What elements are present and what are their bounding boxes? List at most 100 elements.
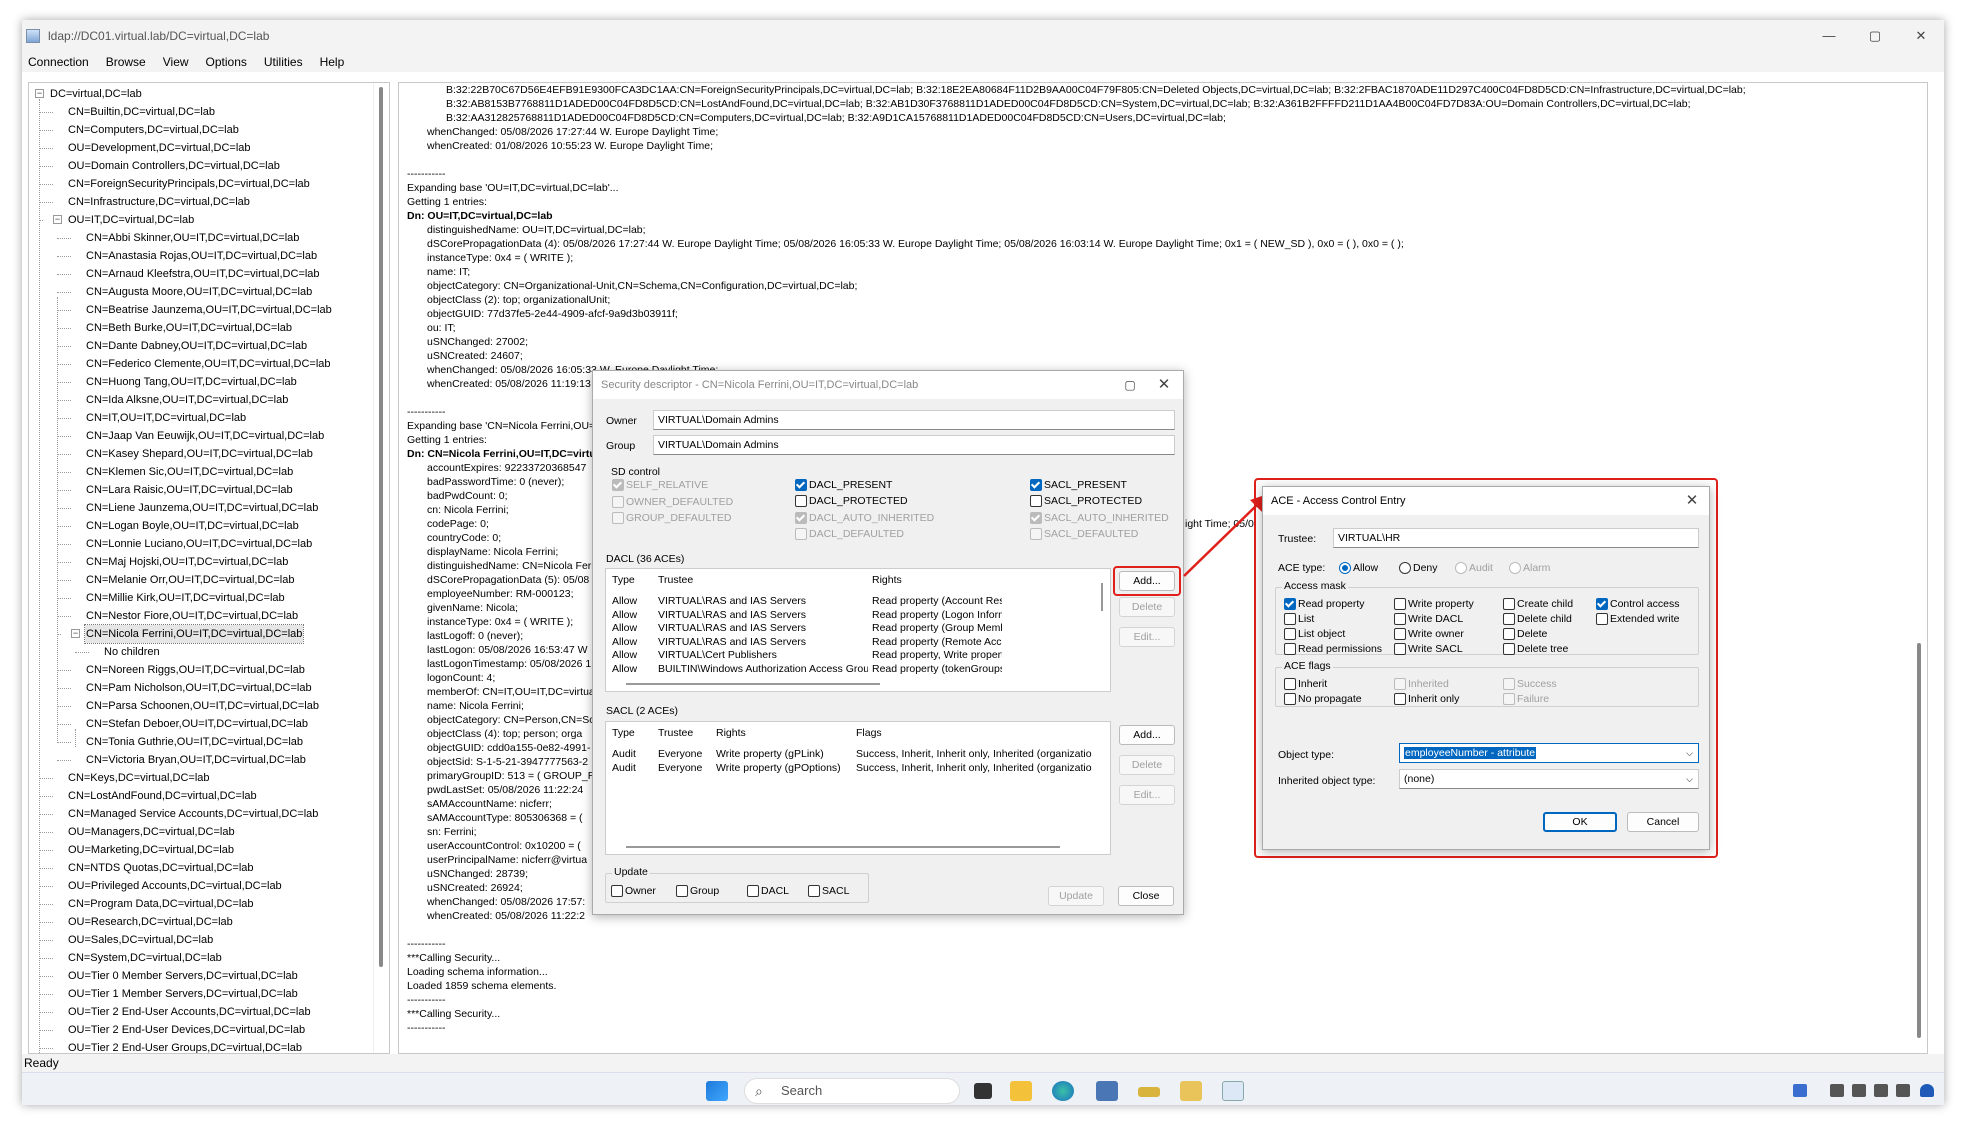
tree-item[interactable]: OU=Privileged Accounts,DC=virtual,DC=lab [29,877,375,895]
tree-item[interactable]: CN=Abbi Skinner,OU=IT,DC=virtual,DC=lab [29,229,375,247]
tree-item[interactable]: CN=Nestor Fiore,OU=IT,DC=virtual,DC=lab [29,607,375,625]
menu-view[interactable]: View [163,55,189,69]
tree-item[interactable]: − CN=Nicola Ferrini,OU=IT,DC=virtual,DC=l… [29,624,375,644]
dacl-cell[interactable]: VIRTUAL\RAS and IAS Servers [658,636,868,648]
dacl-hscroll[interactable] [626,683,880,685]
tree-item[interactable]: CN=Maj Hojski,OU=IT,DC=virtual,DC=lab [29,553,375,571]
tree-item[interactable]: CN=Keys,DC=virtual,DC=lab [29,769,375,787]
update-group-checkbox[interactable]: Group [676,885,719,897]
tree-item[interactable]: CN=Lonnie Luciano,OU=IT,DC=virtual,DC=la… [29,535,375,553]
tree-item[interactable]: − DC=virtual,DC=lab [29,85,375,103]
tree-item[interactable]: OU=Domain Controllers,DC=virtual,DC=lab [29,157,375,175]
output-scrollbar-thumb[interactable] [1917,643,1921,1038]
delete-checkbox[interactable]: Delete [1503,628,1547,640]
menu-utilities[interactable]: Utilities [264,55,303,69]
tree-item[interactable]: OU=Tier 1 Member Servers,DC=virtual,DC=l… [29,985,375,1003]
ldp-taskbar-icon[interactable] [1222,1081,1244,1101]
tree-item[interactable]: CN=Beth Burke,OU=IT,DC=virtual,DC=lab [29,319,375,337]
ace-type-alarm-radio[interactable]: Alarm [1509,562,1550,574]
tree-item[interactable]: CN=Augusta Moore,OU=IT,DC=virtual,DC=lab [29,283,375,301]
sacl-cell[interactable]: Success, Inherit, Inherit only, Inherite… [856,762,1106,774]
dacl-defaulted-checkbox[interactable]: DACL_DEFAULTED [795,528,904,540]
display-icon[interactable] [1830,1084,1844,1097]
tree-item[interactable]: CN=Ida Alksne,OU=IT,DC=virtual,DC=lab [29,391,375,409]
inherited-checkbox[interactable]: Inherited [1394,678,1449,690]
create-child-checkbox[interactable]: Create child [1503,598,1573,610]
tree-item[interactable]: CN=Huong Tang,OU=IT,DC=virtual,DC=lab [29,373,375,391]
sacl-col-trustee[interactable]: Trustee [658,727,693,739]
sacl-defaulted-checkbox[interactable]: SACL_DEFAULTED [1030,528,1138,540]
tree-item[interactable]: CN=Noreen Riggs,OU=IT,DC=virtual,DC=lab [29,661,375,679]
tree-scrollbar-thumb[interactable] [379,87,383,967]
tree-item[interactable]: OU=Tier 2 End-User Groups,DC=virtual,DC=… [29,1039,375,1053]
dacl-cell[interactable]: Read property, Write property (u [872,649,1002,661]
dacl-cell[interactable]: Allow [612,609,656,621]
dacl-auto-inherited-checkbox[interactable]: DACL_AUTO_INHERITED [795,512,934,524]
dacl-present-checkbox[interactable]: DACL_PRESENT [795,479,892,491]
update-button[interactable]: Update [1048,886,1104,906]
dacl-cell[interactable]: Allow [612,649,656,661]
dacl-edit-button[interactable]: Edit... [1119,627,1175,647]
dacl-cell[interactable]: Read property (Group Membership [872,622,1002,634]
dacl-delete-button[interactable]: Delete [1119,597,1175,617]
self-relative-checkbox[interactable]: SELF_RELATIVE [612,479,708,491]
taskbar-search[interactable]: ⌕ Search [744,1078,960,1104]
tree-item[interactable]: CN=Parsa Schoonen,OU=IT,DC=virtual,DC=la… [29,697,375,715]
write-sacl-checkbox[interactable]: Write SACL [1394,643,1463,655]
volume-icon[interactable] [1874,1084,1888,1097]
owner-field[interactable]: VIRTUAL\Domain Admins [653,410,1175,430]
sd-maximize-button[interactable]: ▢ [1115,371,1145,399]
tree-item[interactable]: CN=Pam Nicholson,OU=IT,DC=virtual,DC=lab [29,679,375,697]
sacl-cell[interactable]: Everyone [658,748,714,760]
delete-tree-checkbox[interactable]: Delete tree [1503,643,1568,655]
read-property-checkbox[interactable]: Read property [1284,598,1365,610]
tree-item[interactable]: CN=Federico Clemente,OU=IT,DC=virtual,DC… [29,355,375,373]
tree-item[interactable]: CN=Millie Kirk,OU=IT,DC=virtual,DC=lab [29,589,375,607]
write-owner-checkbox[interactable]: Write owner [1394,628,1464,640]
tree-item[interactable]: CN=Arnaud Kleefstra,OU=IT,DC=virtual,DC=… [29,265,375,283]
sacl-cell[interactable]: Success, Inherit, Inherit only, Inherite… [856,748,1106,760]
sd-close-button[interactable]: Close [1118,886,1174,906]
sacl-col-type[interactable]: Type [612,727,635,739]
ok-button[interactable]: OK [1543,812,1617,832]
dacl-cell[interactable]: BUILTIN\Windows Authorization Access Gro… [658,663,868,675]
sacl-col-flags[interactable]: Flags [856,727,882,739]
tree-item[interactable]: CN=Builtin,DC=virtual,DC=lab [29,103,375,121]
dacl-cell[interactable]: VIRTUAL\Cert Publishers [658,649,868,661]
list-object-checkbox[interactable]: List object [1284,628,1345,640]
tree-item[interactable]: CN=Dante Dabney,OU=IT,DC=virtual,DC=lab [29,337,375,355]
group-field[interactable]: VIRTUAL\Domain Admins [653,435,1175,455]
sacl-col-rights[interactable]: Rights [716,727,746,739]
tree-item[interactable]: OU=Marketing,DC=virtual,DC=lab [29,841,375,859]
tree-item[interactable]: OU=Sales,DC=virtual,DC=lab [29,931,375,949]
file-explorer-icon[interactable] [1010,1081,1032,1101]
object-type-combo[interactable]: employeeNumber - attribute ⌵ [1399,743,1699,763]
maximize-button[interactable]: ▢ [1852,20,1898,52]
sacl-auto-inherited-checkbox[interactable]: SACL_AUTO_INHERITED [1030,512,1169,524]
sacl-edit-button[interactable]: Edit... [1119,785,1175,805]
cancel-button[interactable]: Cancel [1627,812,1699,832]
tree-item[interactable]: − OU=IT,DC=virtual,DC=lab [29,211,375,229]
tree-item[interactable]: CN=Jaap Van Eeuwijk,OU=IT,DC=virtual,DC=… [29,427,375,445]
sacl-delete-button[interactable]: Delete [1119,755,1175,775]
notification-bell-icon[interactable] [1920,1084,1934,1097]
battery-icon[interactable] [1896,1084,1910,1097]
task-view-icon[interactable] [974,1083,992,1099]
failure-checkbox[interactable]: Failure [1503,693,1549,705]
tree-pane[interactable]: − DC=virtual,DC=lab CN=Builtin,DC=virtual,… [28,82,390,1054]
control-access-checkbox[interactable]: Control access [1596,598,1679,610]
inherit-checkbox[interactable]: Inherit [1284,678,1327,690]
collapse-icon[interactable]: − [35,89,44,98]
tree-item[interactable]: CN=ForeignSecurityPrincipals,DC=virtual,… [29,175,375,193]
server-manager-icon[interactable] [1096,1081,1118,1101]
tree-item[interactable]: CN=Computers,DC=virtual,DC=lab [29,121,375,139]
dacl-col-trustee[interactable]: Trustee [658,574,693,586]
tree-item[interactable]: CN=Infrastructure,DC=virtual,DC=lab [29,193,375,211]
dacl-protected-checkbox[interactable]: DACL_PROTECTED [795,495,908,507]
tree-item[interactable]: OU=Tier 2 End-User Accounts,DC=virtual,D… [29,1003,375,1021]
tree-item[interactable]: OU=Managers,DC=virtual,DC=lab [29,823,375,841]
sacl-cell[interactable]: Everyone [658,762,714,774]
collapse-icon[interactable]: − [53,215,62,224]
list-checkbox[interactable]: List [1284,613,1314,625]
sacl-add-button[interactable]: Add... [1119,725,1175,745]
